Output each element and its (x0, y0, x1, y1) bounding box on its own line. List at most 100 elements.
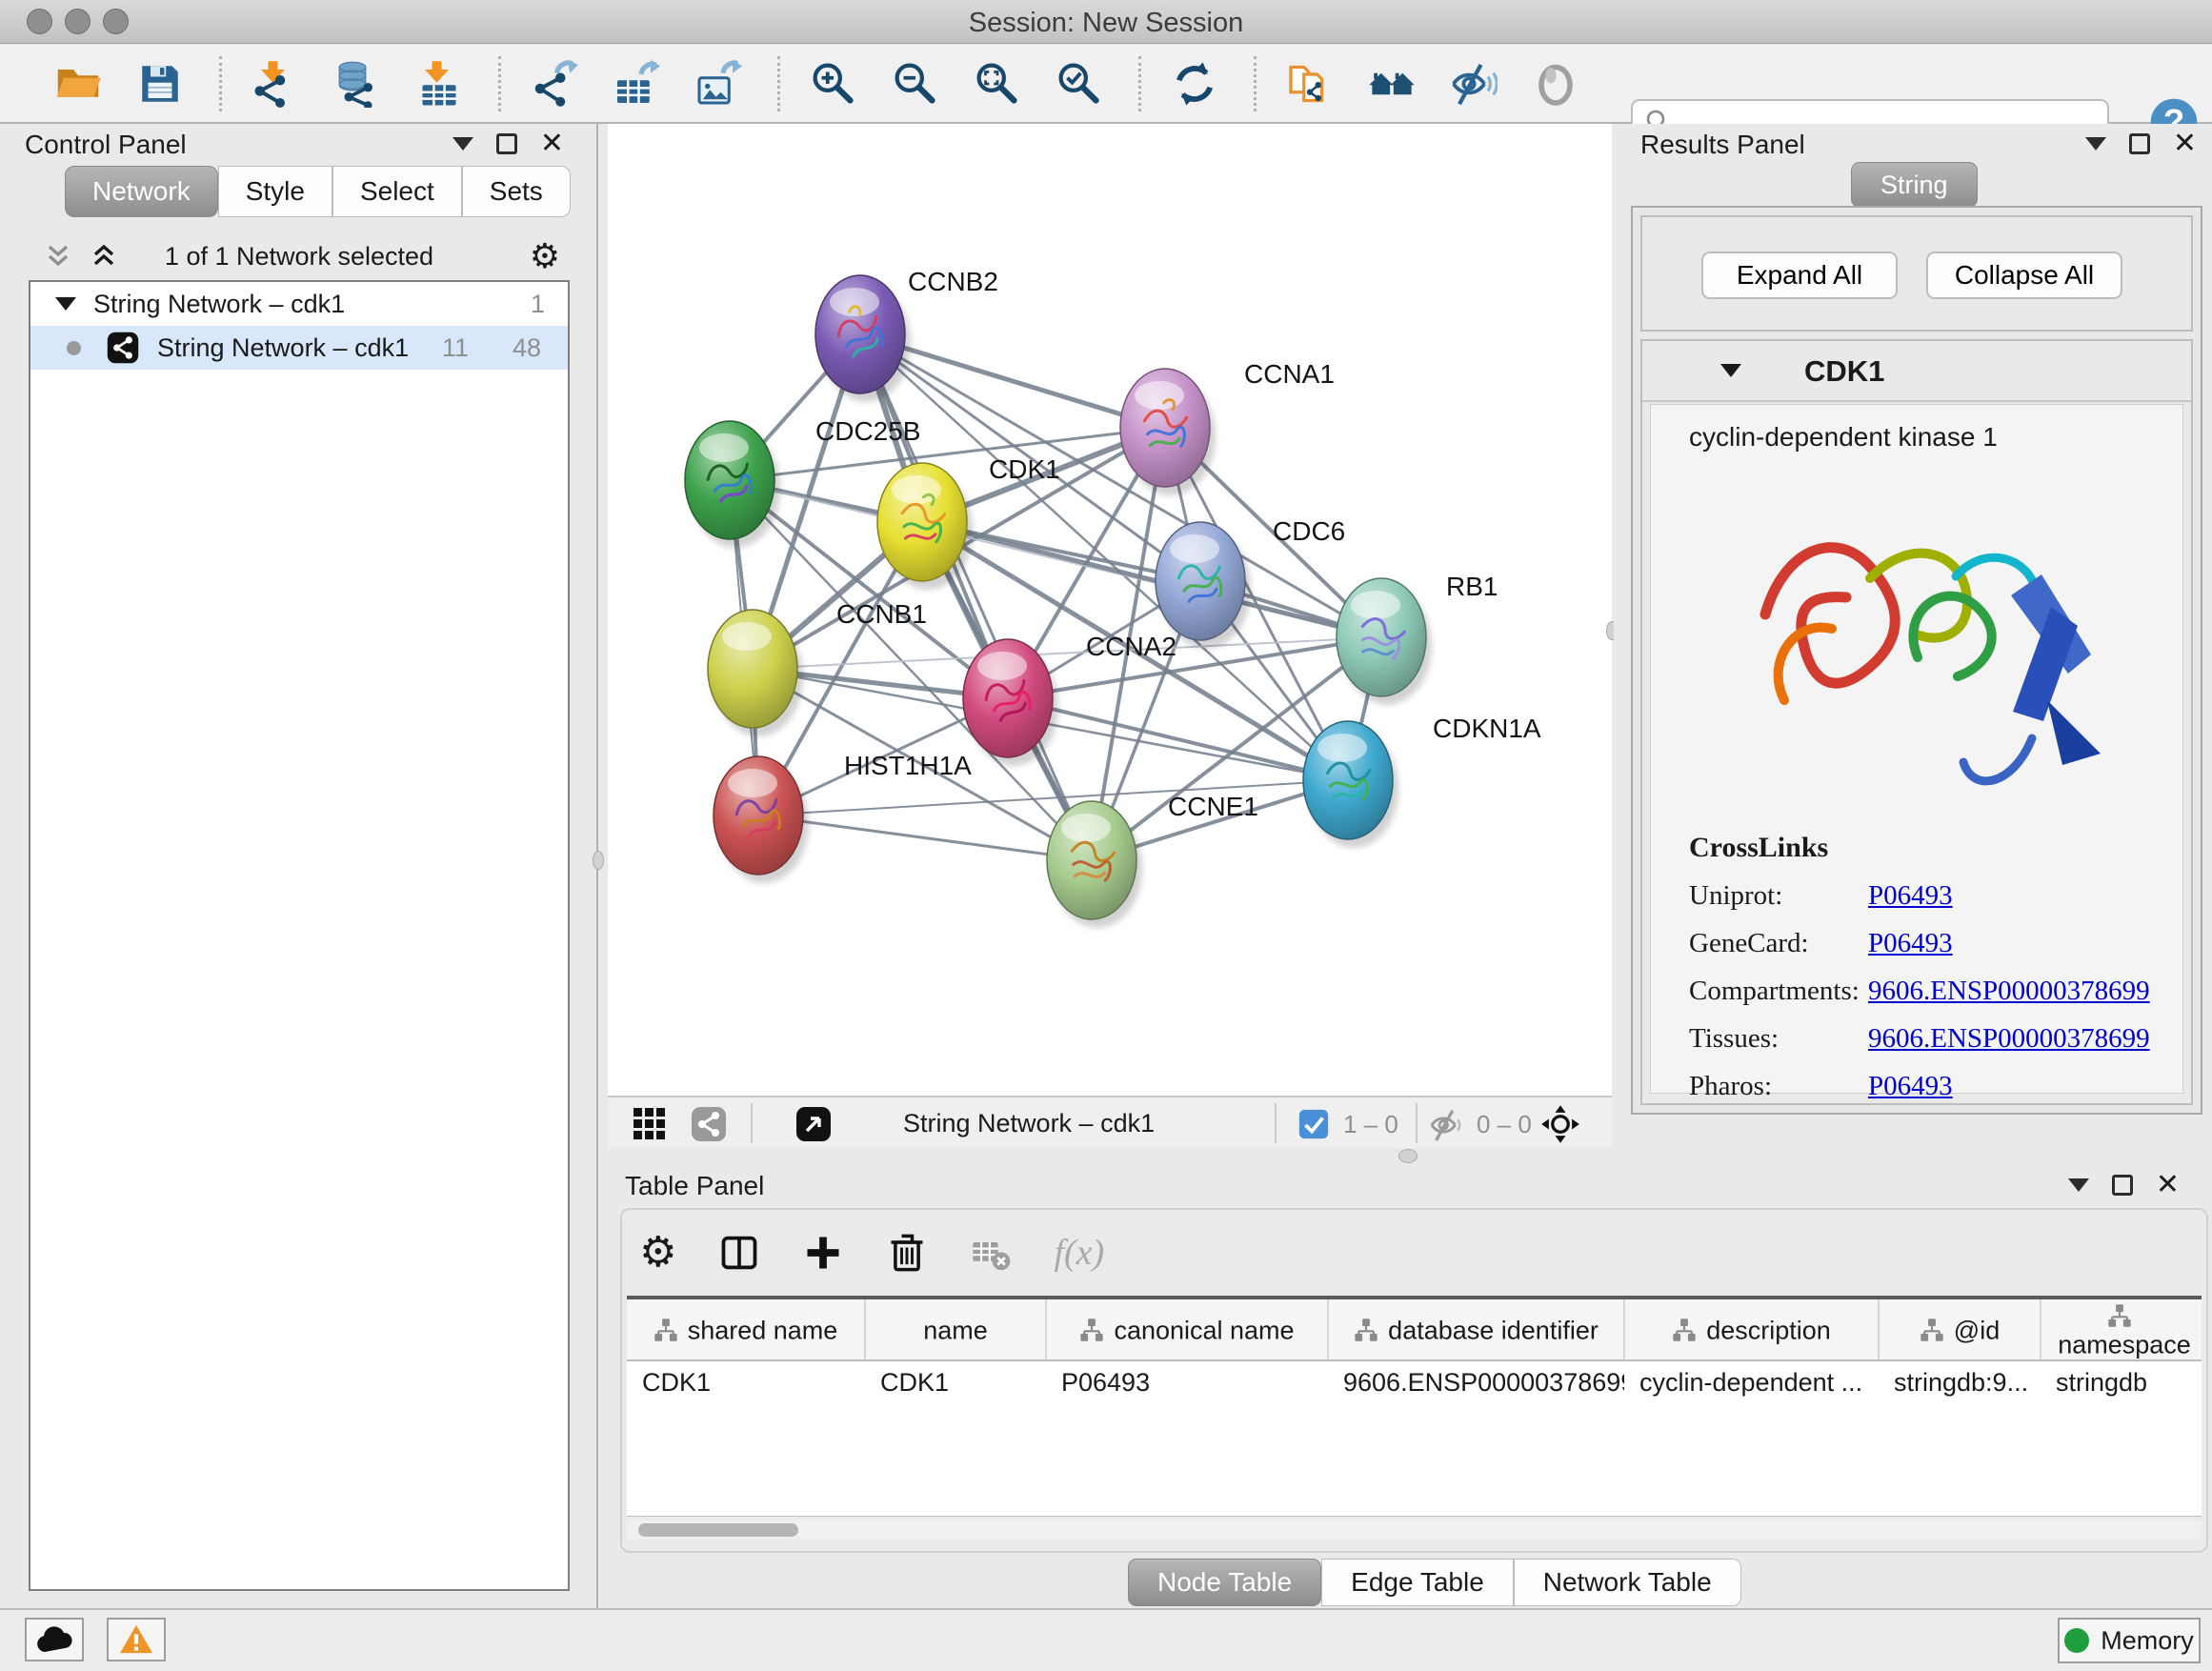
toolbar-separator (1275, 1103, 1277, 1143)
panel-maximize-icon[interactable] (2129, 133, 2150, 154)
column-header-canonical-name[interactable]: canonical name (1046, 1299, 1328, 1360)
column-header-database-identifier[interactable]: database identifier (1328, 1299, 1624, 1360)
open-session-button[interactable] (54, 57, 108, 111)
table-cell[interactable]: stringdb (2041, 1360, 2202, 1404)
table-cell[interactable]: P06493 (1046, 1360, 1328, 1404)
table-cell[interactable]: 9606.ENSP00000378699 (1328, 1360, 1624, 1404)
panel-collapse-icon[interactable] (2068, 1178, 2089, 1192)
add-column-icon[interactable] (802, 1232, 844, 1274)
hidden-eye-icon[interactable] (1429, 1107, 1465, 1143)
crosslink-value[interactable]: 9606.ENSP00000378699 (1868, 1023, 2150, 1055)
hide-selected-button[interactable] (1450, 57, 1503, 111)
panel-close-icon[interactable]: ✕ (2156, 1175, 2180, 1196)
tab-select[interactable]: Select (332, 166, 462, 217)
refresh-layout-button[interactable] (1171, 57, 1224, 111)
zoom-selected-button[interactable] (1056, 57, 1109, 111)
delete-column-icon[interactable] (886, 1232, 928, 1274)
table-gear-icon[interactable]: ⚙ (639, 1232, 676, 1274)
panel-maximize-icon[interactable] (2112, 1175, 2133, 1196)
column-header-description[interactable]: description (1624, 1299, 1879, 1360)
table-horizontal-scrollbar[interactable] (627, 1520, 2202, 1540)
panel-collapse-icon[interactable] (452, 137, 473, 151)
network-node-HIST1H1A[interactable] (714, 756, 809, 883)
panel-close-icon[interactable]: ✕ (2173, 133, 2197, 154)
birdseye-view-icon[interactable] (794, 1105, 833, 1143)
selected-checkbox-icon[interactable] (1297, 1108, 1330, 1140)
export-image-button[interactable] (694, 57, 748, 111)
panel-close-icon[interactable]: ✕ (540, 133, 564, 154)
table-cell[interactable]: CDK1 (865, 1360, 1046, 1404)
column-header-name[interactable]: name (865, 1299, 1046, 1360)
import-network-button[interactable] (251, 57, 305, 111)
tab-edge-table[interactable]: Edge Table (1321, 1559, 1514, 1606)
scrollbar-thumb[interactable] (638, 1523, 798, 1537)
expand-collapse-bar: Expand All Collapse All (1640, 215, 2193, 332)
import-database-button[interactable] (333, 57, 387, 111)
network-collection-row[interactable]: String Network – cdk1 1 (30, 282, 568, 326)
panel-collapse-icon[interactable] (2085, 137, 2106, 151)
network-options-gear-icon[interactable]: ⚙ (530, 239, 560, 273)
network-node-RB1[interactable] (1337, 578, 1432, 705)
expand-all-button[interactable]: Expand All (1701, 252, 1898, 299)
edge-CCNB2-CCNE1[interactable] (860, 334, 1092, 860)
network-node-CCNE1[interactable] (1047, 801, 1142, 928)
crosslink-value[interactable]: P06493 (1868, 880, 1953, 912)
entry-collapse-icon[interactable] (1720, 364, 1741, 377)
split-columns-icon[interactable] (718, 1232, 760, 1274)
warning-button[interactable] (107, 1618, 166, 1661)
panel-maximize-icon[interactable] (496, 133, 517, 154)
horizontal-splitter[interactable] (608, 1148, 2212, 1167)
tab-network-table[interactable]: Network Table (1514, 1559, 1741, 1606)
column-header-namespace[interactable]: namespace (2041, 1299, 2202, 1360)
first-neighbors-button[interactable] (1368, 57, 1421, 111)
export-table-button[interactable] (613, 57, 666, 111)
network-node-CCNB1[interactable] (708, 610, 803, 736)
column-header--id[interactable]: @id (1879, 1299, 2041, 1360)
tab-string[interactable]: String (1851, 162, 1978, 208)
zoom-out-button[interactable] (892, 57, 945, 111)
copy-style-button[interactable] (1286, 57, 1339, 111)
table-cell[interactable]: stringdb:9... (1879, 1360, 2041, 1404)
tab-style[interactable]: Style (218, 166, 332, 217)
network-node-CCNB2[interactable] (815, 275, 911, 402)
network-node-CCNA2[interactable] (963, 639, 1058, 766)
cloud-button[interactable] (25, 1618, 84, 1661)
network-selected-status: 1 of 1 Network selected (29, 242, 570, 272)
control-panel-title: Control Panel (25, 130, 187, 160)
crosslink-label: Pharos: (1689, 1071, 1868, 1102)
zoom-fit-button[interactable] (974, 57, 1027, 111)
column-header-shared-name[interactable]: shared name (627, 1299, 865, 1360)
table-cell[interactable]: cyclin-dependent ... (1624, 1360, 1879, 1404)
horizontal-splitter-grip[interactable] (1398, 1149, 1418, 1163)
tab-network[interactable]: Network (65, 166, 218, 217)
collapse-all-button[interactable]: Collapse All (1926, 252, 2122, 299)
move-crosshair-icon[interactable] (1539, 1103, 1581, 1145)
memory-button[interactable]: Memory (2058, 1618, 2201, 1663)
crosslink-value[interactable]: P06493 (1868, 1071, 1953, 1102)
column-type-icon (2107, 1303, 2132, 1328)
network-view-canvas[interactable]: CCNB2CCNA1CDC25BCDK1CDC6RB1CCNB1CCNA2CDK… (608, 124, 1612, 1096)
network-node-CDK1[interactable] (877, 463, 973, 590)
toolbar-separator (1138, 56, 1141, 111)
save-session-button[interactable] (136, 57, 190, 111)
left-splitter-grip[interactable] (593, 851, 604, 870)
import-table-button[interactable] (415, 57, 469, 111)
tree-expand-icon[interactable] (55, 297, 76, 311)
grid-view-icon[interactable] (631, 1105, 669, 1143)
crosslink-value[interactable]: 9606.ENSP00000378699 (1868, 976, 2150, 1007)
network-node-CDKN1A[interactable] (1303, 721, 1398, 848)
zoom-in-button[interactable] (810, 57, 863, 111)
table-cell[interactable]: CDK1 (627, 1360, 865, 1404)
share-network-icon[interactable] (690, 1105, 728, 1143)
network-node-CCNA1[interactable] (1120, 369, 1216, 495)
network-row[interactable]: String Network – cdk1 11 48 (30, 326, 568, 370)
crosslink-value[interactable]: P06493 (1868, 928, 1953, 959)
cdk1-entry-header[interactable]: CDK1 (1642, 341, 2191, 402)
export-network-button[interactable] (531, 57, 584, 111)
show-all-button[interactable] (1532, 57, 1585, 111)
table-row[interactable]: CDK1CDK1P064939606.ENSP00000378699cyclin… (627, 1360, 2202, 1404)
tab-sets[interactable]: Sets (462, 166, 571, 217)
tab-node-table[interactable]: Node Table (1128, 1559, 1321, 1606)
network-node-CDC6[interactable] (1156, 522, 1251, 649)
node-count: 11 (442, 333, 469, 363)
